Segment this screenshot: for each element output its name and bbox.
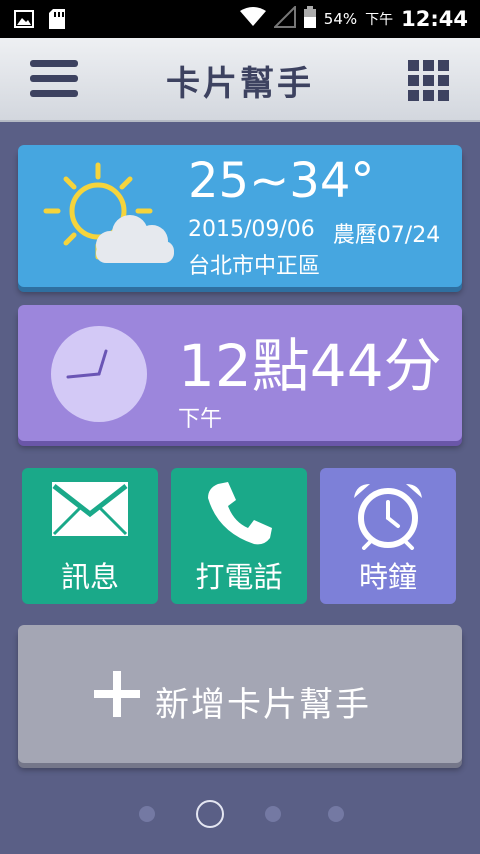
phone-icon: [171, 480, 307, 548]
add-card-button[interactable]: 新增卡片幫手: [18, 625, 462, 763]
alarm-clock-icon: [320, 480, 456, 550]
page-indicator: [0, 796, 480, 832]
envelope-icon: [22, 480, 158, 538]
app-header: 卡片幫手: [0, 38, 480, 122]
battery-icon: [303, 6, 316, 32]
status-bar: 54% 下午 12:44: [0, 0, 480, 38]
status-time: 12:44: [401, 7, 468, 31]
call-label: 打電話: [195, 560, 283, 594]
messages-button[interactable]: 訊息: [22, 468, 158, 604]
page-dot[interactable]: [139, 806, 155, 822]
battery-percent: 54%: [323, 10, 358, 28]
clock-icon: [50, 325, 148, 427]
lunar-date: 農曆07/24: [332, 223, 441, 248]
grid-icon: [408, 60, 449, 101]
page-dot[interactable]: [328, 806, 344, 822]
status-ampm: 下午: [365, 12, 394, 28]
weather-card[interactable]: 25~34° 2015/09/06 農曆07/24 台北市中正區: [18, 145, 462, 287]
sd-card-icon: [48, 8, 66, 34]
alarm-clock-button[interactable]: 時鐘: [320, 468, 456, 604]
plus-icon: [94, 671, 140, 721]
image-icon: [14, 9, 34, 33]
page-dot-active[interactable]: [196, 800, 224, 828]
alarm-clock-label: 時鐘: [358, 560, 417, 594]
current-time: 12點44分: [178, 332, 442, 400]
date-line: 2015/09/06 農曆07/24: [188, 217, 440, 249]
temperature-range: 25~34°: [188, 153, 375, 209]
signal-icon: [272, 4, 296, 32]
location-label: 台北市中正區: [188, 254, 321, 279]
add-card-label: 新增卡片幫手: [155, 685, 371, 725]
partly-sunny-icon: [40, 157, 176, 273]
wifi-icon: [239, 7, 266, 31]
clock-card[interactable]: 12點44分 下午: [18, 305, 462, 441]
grid-menu-button[interactable]: [408, 60, 450, 102]
solar-date: 2015/09/06: [188, 217, 315, 242]
messages-label: 訊息: [60, 560, 119, 594]
call-button[interactable]: 打電話: [171, 468, 307, 604]
time-period: 下午: [178, 407, 223, 432]
page-dot[interactable]: [265, 806, 281, 822]
